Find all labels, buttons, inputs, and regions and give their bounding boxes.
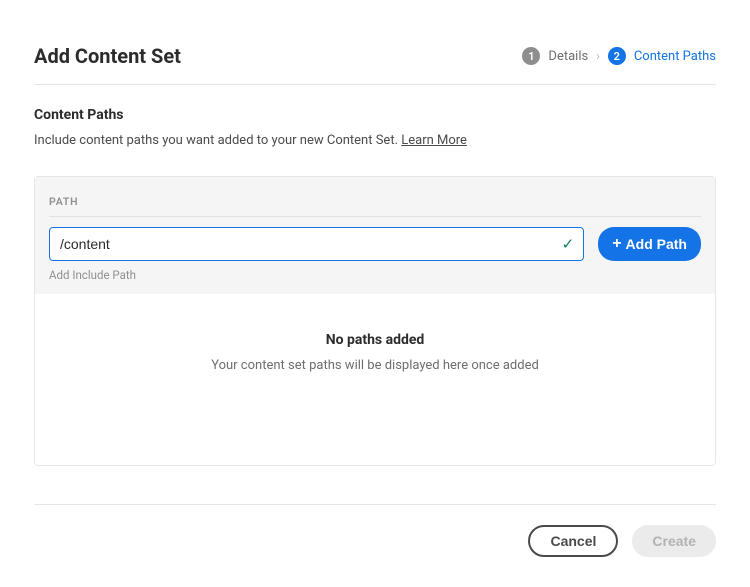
- path-input[interactable]: [49, 227, 584, 261]
- footer-divider: [34, 504, 716, 505]
- divider: [49, 216, 701, 217]
- page-title: Add Content Set: [34, 44, 181, 68]
- section-content-paths: Content Paths Include content paths you …: [34, 85, 716, 466]
- footer-actions: Cancel Create: [528, 525, 716, 557]
- create-button: Create: [632, 525, 716, 557]
- section-subtitle-text: Include content paths you want added to …: [34, 133, 401, 148]
- learn-more-link[interactable]: Learn More: [401, 133, 467, 148]
- add-path-button[interactable]: + Add Path: [598, 227, 701, 261]
- step-2-label[interactable]: Content Paths: [634, 49, 716, 64]
- step-1-label[interactable]: Details: [548, 49, 588, 64]
- add-path-label: Add Path: [626, 236, 687, 252]
- path-input-row: ✓ + Add Path: [49, 227, 701, 261]
- path-input-wrap: ✓: [49, 227, 584, 261]
- wizard-steps: 1 Details › 2 Content Paths: [522, 47, 716, 65]
- step-1-badge: 1: [522, 47, 540, 65]
- empty-title: No paths added: [55, 332, 695, 348]
- section-title: Content Paths: [34, 107, 716, 123]
- wizard-header: Add Content Set 1 Details › 2 Content Pa…: [34, 44, 716, 85]
- empty-subtitle: Your content set paths will be displayed…: [55, 358, 695, 373]
- plus-icon: +: [612, 236, 621, 252]
- input-helper-text: Add Include Path: [49, 268, 701, 282]
- cancel-button[interactable]: Cancel: [528, 525, 618, 557]
- path-input-area: PATH ✓ + Add Path Add Include Path: [35, 177, 715, 294]
- section-subtitle: Include content paths you want added to …: [34, 133, 716, 148]
- path-column-header: PATH: [49, 195, 701, 208]
- empty-state: No paths added Your content set paths wi…: [35, 294, 715, 423]
- step-2-badge: 2: [608, 47, 626, 65]
- chevron-right-icon: ›: [596, 49, 600, 63]
- paths-card: PATH ✓ + Add Path Add Include Path No pa…: [34, 176, 716, 466]
